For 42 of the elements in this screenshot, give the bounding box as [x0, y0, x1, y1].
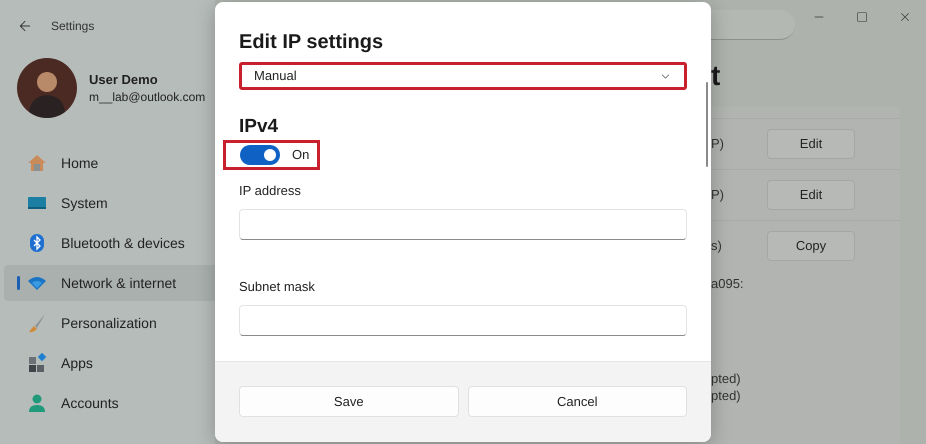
- nav-item[interactable]: Home: [4, 145, 215, 181]
- search-field[interactable]: [711, 10, 795, 40]
- dialog-button[interactable]: Save: [239, 386, 458, 417]
- bluetooth-icon: [27, 233, 47, 253]
- input-field[interactable]: [239, 305, 687, 336]
- nav-item[interactable]: Apps: [4, 345, 215, 381]
- toggle-switch[interactable]: [240, 145, 280, 166]
- card-button[interactable]: Copy: [767, 231, 855, 261]
- user-name: User Demo: [89, 70, 159, 88]
- section-title: IPv4: [239, 115, 280, 140]
- setting-text: s): [711, 237, 723, 256]
- page-heading: t: [711, 60, 722, 92]
- window-title: Settings: [51, 18, 94, 35]
- back-icon[interactable]: [17, 18, 33, 34]
- person-icon: [27, 393, 47, 413]
- user-email: m__lab@outlook.com: [89, 88, 206, 106]
- maximize-icon[interactable]: [856, 11, 868, 23]
- scrollbar[interactable]: [706, 82, 708, 167]
- setting-text: pted): [711, 387, 742, 404]
- input-field[interactable]: [239, 209, 687, 240]
- dialog-title: Edit IP settings: [239, 30, 384, 55]
- apps-icon: [27, 353, 47, 373]
- setting-text: pted): [711, 370, 742, 387]
- dialog-button[interactable]: Cancel: [468, 386, 687, 417]
- house-icon: [27, 153, 47, 173]
- nav-item[interactable]: System: [4, 185, 215, 221]
- mode-dropdown[interactable]: Manual: [239, 62, 687, 90]
- card-button[interactable]: Edit: [767, 129, 855, 159]
- nav-item[interactable]: Bluetooth & devices: [4, 225, 215, 261]
- selection-indicator: [17, 276, 20, 290]
- setting-text: P): [711, 135, 725, 154]
- card-button[interactable]: Edit: [767, 180, 855, 210]
- field-label: Subnet mask: [239, 278, 316, 296]
- setting-text: P): [711, 186, 725, 204]
- nav-item[interactable]: Network & internet: [4, 265, 215, 301]
- nav-item[interactable]: Accounts: [4, 385, 215, 421]
- field-label: IP address: [239, 182, 302, 200]
- brush-icon: [27, 313, 47, 333]
- nav-item[interactable]: Personalization: [4, 305, 215, 341]
- toggle-label: On: [292, 146, 310, 164]
- setting-text: a095:: [711, 275, 745, 292]
- avatar: [17, 58, 77, 118]
